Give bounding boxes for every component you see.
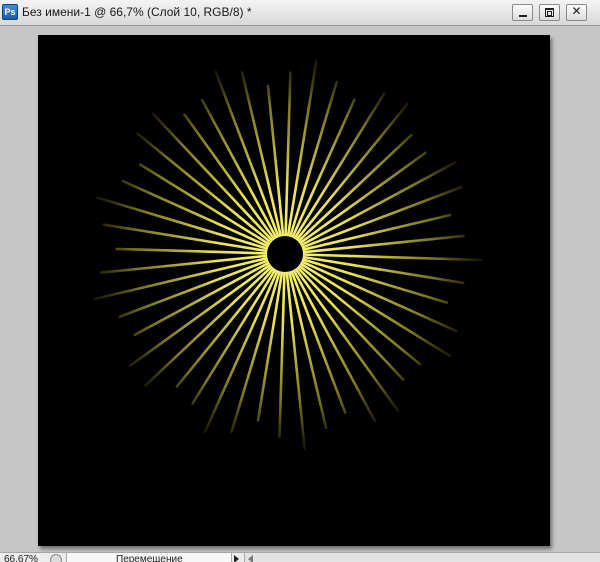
restore-button[interactable] — [539, 4, 560, 21]
sunburst-ray — [183, 113, 277, 243]
sunburst-ray — [296, 151, 427, 246]
sunburst-ray — [293, 102, 409, 243]
sunburst-ray — [230, 268, 282, 434]
sunburst-ray — [278, 268, 286, 438]
minimize-button[interactable] — [512, 4, 533, 21]
document-canvas[interactable] — [38, 35, 550, 546]
sunburst-ray — [115, 247, 271, 255]
sunburst-ray — [291, 266, 377, 423]
status-bar: 66,67% Перемещение — [0, 552, 600, 562]
close-icon: ✕ — [571, 4, 582, 18]
status-menu-arrow-icon[interactable] — [234, 555, 239, 562]
document-title-bar[interactable]: Ps Без имени-1 @ 66,7% (Слой 10, RGB/8) … — [0, 0, 600, 26]
restore-icon — [545, 8, 554, 17]
sunburst-artwork — [93, 59, 483, 451]
horizontal-scrollbar[interactable] — [244, 553, 600, 562]
sunburst-ray — [288, 80, 339, 240]
sunburst-ray — [299, 253, 483, 262]
minimize-icon — [519, 15, 527, 17]
sunburst-ray — [297, 161, 457, 248]
sunburst-ray — [128, 262, 274, 368]
sunburst-ray — [136, 132, 274, 246]
sunburst-ray — [96, 196, 271, 251]
zoom-level[interactable]: 66,67% — [4, 554, 38, 562]
status-tool-label: Перемещение — [116, 554, 183, 562]
sunburst-ray — [284, 71, 292, 240]
scroll-left-icon[interactable] — [248, 555, 253, 562]
photoshop-icon: Ps — [2, 4, 18, 20]
document-title: Без имени-1 @ 66,7% (Слой 10, RGB/8) * — [22, 5, 252, 19]
document-workspace[interactable] — [0, 27, 600, 550]
sunburst-ray — [293, 265, 400, 412]
close-button[interactable]: ✕ — [566, 4, 587, 21]
sunburst-center — [267, 236, 303, 272]
sunburst-ray — [296, 262, 422, 366]
status-info-icon[interactable] — [50, 554, 62, 562]
sunburst-ray — [298, 257, 449, 304]
